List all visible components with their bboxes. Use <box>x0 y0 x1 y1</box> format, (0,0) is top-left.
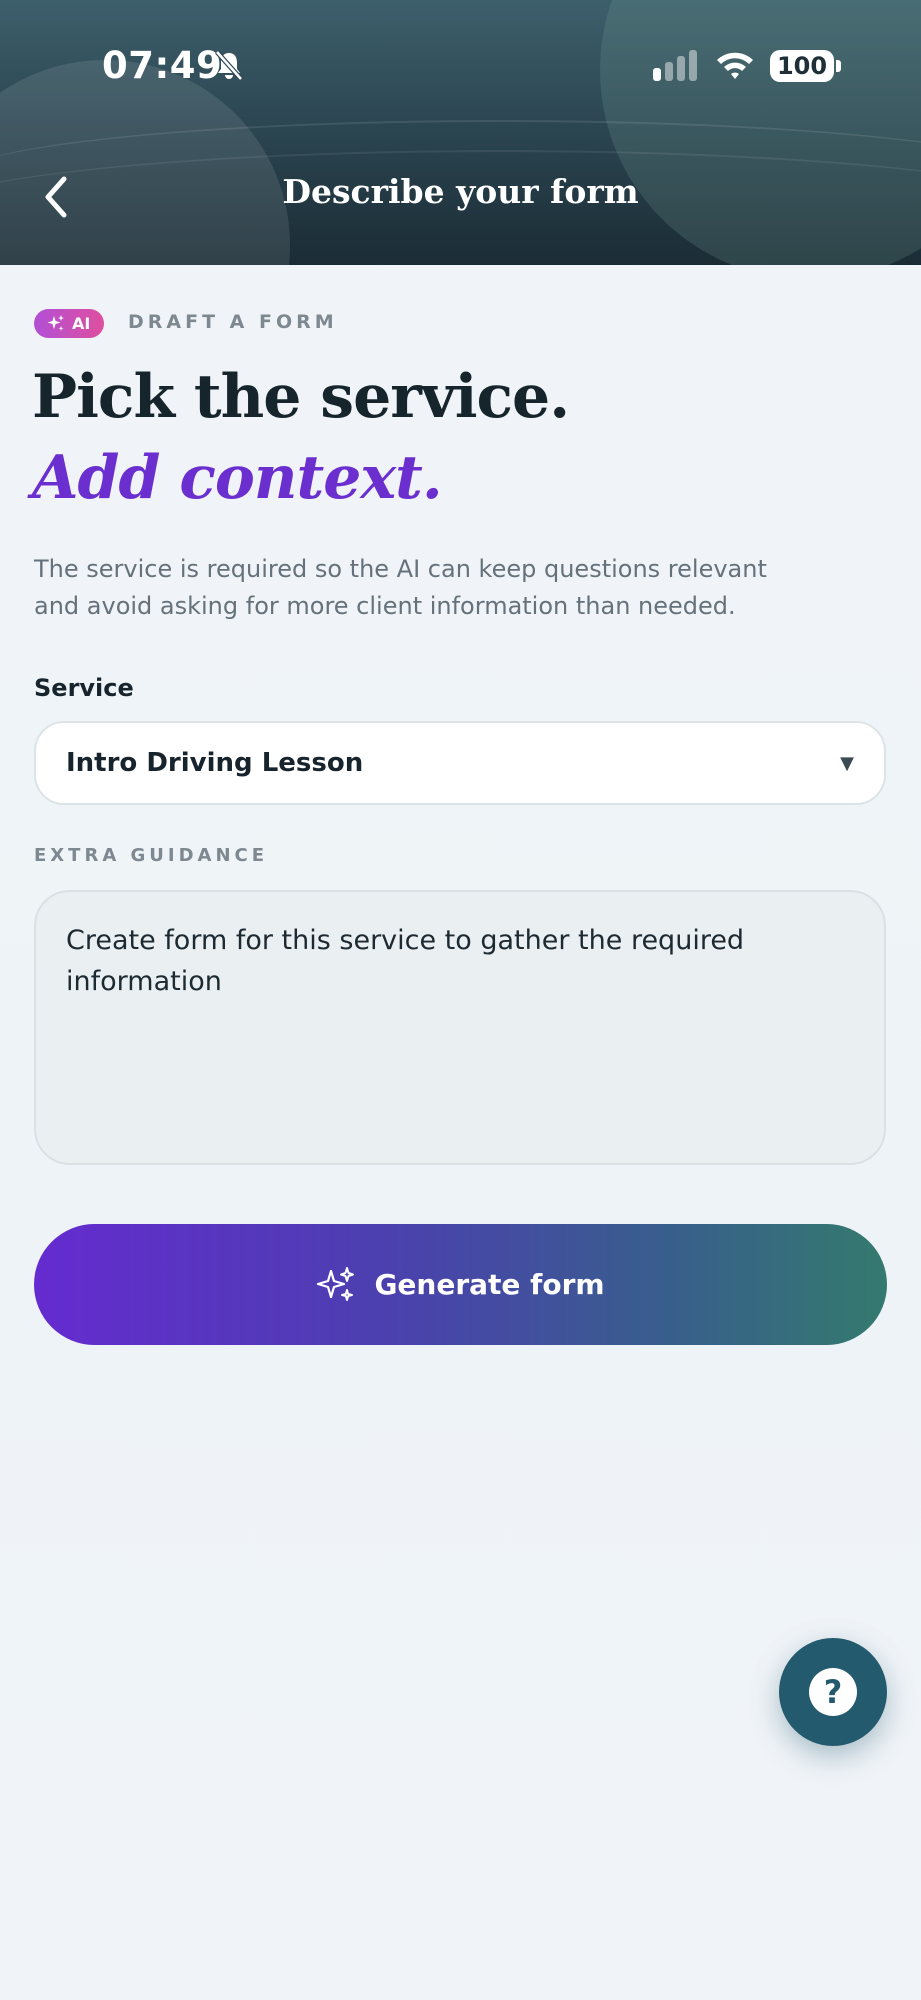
status-time: 07:49 <box>102 44 223 87</box>
description-text: The service is required so the AI can ke… <box>34 555 767 620</box>
bell-slash-icon <box>215 50 243 81</box>
battery-cap <box>836 60 841 72</box>
service-select[interactable]: Intro Driving Lesson ▼ <box>34 721 886 805</box>
help-button[interactable]: ? <box>779 1638 887 1746</box>
service-selected-value: Intro Driving Lesson <box>66 748 364 778</box>
headline-primary: Pick the service. <box>32 362 570 432</box>
generate-form-label: Generate form <box>374 1268 605 1301</box>
ai-badge-label: AI <box>72 314 91 333</box>
battery-indicator: 100 <box>770 50 834 82</box>
cellular-signal-icon <box>653 50 697 81</box>
ai-badge: AI <box>34 309 105 338</box>
sparkles-icon <box>317 1266 355 1301</box>
guidance-label: EXTRA GUIDANCE <box>34 845 269 866</box>
page-title: Describe your form <box>282 172 639 211</box>
headline-accent: Add context. <box>32 443 443 513</box>
wifi-icon <box>717 52 753 79</box>
sparkles-icon <box>47 314 64 331</box>
guidance-textarea[interactable]: Create form for this service to gather t… <box>34 890 886 1165</box>
generate-form-button[interactable]: Generate form <box>34 1224 887 1345</box>
eyebrow-label: DRAFT A FORM <box>128 311 338 333</box>
chevron-down-icon: ▼ <box>840 752 854 774</box>
app-header: 07:49 100 Describe your form <box>0 0 921 265</box>
question-icon: ? <box>809 1668 857 1716</box>
service-label: Service <box>34 674 134 702</box>
